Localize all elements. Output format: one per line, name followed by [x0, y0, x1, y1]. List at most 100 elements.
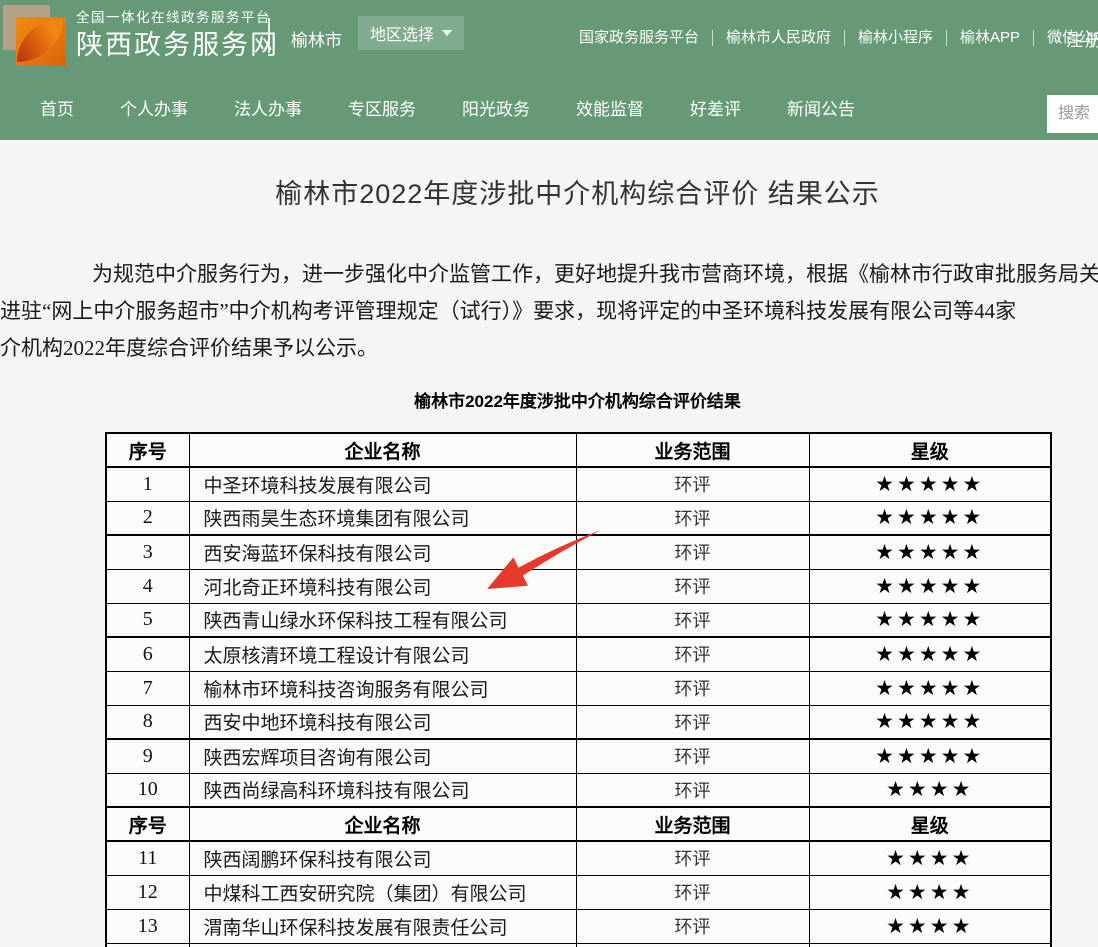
table-row: 12中煤科工西安研究院（集团）有限公司环评★★★★	[106, 875, 1051, 909]
top-link-0[interactable]: 国家政务服务平台	[566, 30, 713, 46]
cell-no: 11	[106, 841, 189, 875]
top-link-2[interactable]: 榆林小程序	[845, 30, 947, 46]
nav-item-5[interactable]: 效能监督	[576, 95, 644, 120]
evaluation-results-table: 序号企业名称业务范围星级1中圣环境科技发展有限公司环评★★★★★2陕西雨昊生态环…	[105, 432, 1052, 947]
logo-leaf-icon	[17, 19, 63, 62]
cell-scope: 环评	[576, 739, 809, 773]
cell-no: 5	[106, 603, 189, 637]
cell-scope: 环评	[576, 671, 809, 705]
cell-name: 陕西宏辉项目咨询有限公司	[189, 739, 576, 773]
cell-no: 3	[106, 535, 189, 569]
cell-name: 西安海蓝环保科技有限公司	[189, 535, 576, 569]
cell-scope: 环评	[576, 603, 809, 637]
cell-name: 榆林市环境科技咨询服务有限公司	[189, 671, 576, 705]
cell-no: 9	[106, 739, 189, 773]
table-row: 7榆林市环境科技咨询服务有限公司环评★★★★★	[106, 671, 1051, 705]
table-row: 5陕西青山绿水环保科技工程有限公司环评★★★★★	[106, 603, 1051, 637]
page-title: 榆林市2022年度涉批中介机构综合评价 结果公示	[105, 172, 1050, 211]
column-header-0: 序号	[106, 433, 189, 467]
platform-name: 全国一体化在线政务服务平台	[76, 11, 279, 25]
column-header-3: 星级	[809, 807, 1051, 841]
table-header-row: 序号企业名称业务范围星级	[106, 433, 1051, 467]
cell-scope: 环评	[576, 637, 809, 671]
cell-no: 7	[106, 671, 189, 705]
cell-scope: 环评	[576, 841, 809, 875]
cell-no: 12	[106, 875, 189, 909]
cell-no: 1	[106, 467, 189, 501]
cell-no: 8	[106, 705, 189, 739]
table-row: 11陕西阔鹏环保科技有限公司环评★★★★	[106, 841, 1051, 875]
column-header-1: 企业名称	[189, 433, 576, 467]
column-header-1: 企业名称	[189, 807, 576, 841]
nav-item-4[interactable]: 阳光政务	[462, 95, 530, 120]
top-external-links: 国家政务服务平台榆林市人民政府榆林小程序榆林APP微信公众号	[566, 0, 1098, 75]
table-row: 6太原核清环境工程设计有限公司环评★★★★★	[106, 637, 1051, 671]
cell-no: 6	[106, 637, 189, 671]
cell-stars: ★★★★	[809, 841, 1051, 875]
table-row: 13渭南华山环保科技发展有限责任公司环评★★★★	[106, 909, 1051, 943]
cell-scope: 环评	[576, 875, 809, 909]
nav-item-0[interactable]: 首页	[40, 95, 74, 120]
cell-name: 中煤科工西安研究院（集团）有限公司	[189, 875, 576, 909]
cell-scope: 环评	[576, 773, 809, 807]
cell-stars: ★★★★★	[809, 501, 1051, 535]
cell-no: 4	[106, 569, 189, 603]
region-select-button[interactable]: 地区选择	[358, 16, 464, 50]
cell-stars: ★★★★★	[809, 705, 1051, 739]
cell-stars: ★★★★★	[809, 569, 1051, 603]
paragraph-line: 介机构2022年度综合评价结果予以公示。	[0, 330, 1098, 367]
cell-scope: 环评	[576, 501, 809, 535]
announcement-paragraph: 为规范中介服务行为，进一步强化中介监管工作，更好地提升我市营商环境，根据《榆林市…	[0, 256, 1098, 367]
search-input[interactable]	[1047, 95, 1098, 133]
brand-divider	[268, 18, 270, 53]
cell-stars: ★★★★★	[809, 671, 1051, 705]
site-name: 陕西政务服务网	[76, 32, 279, 59]
nav-item-7[interactable]: 新闻公告	[787, 95, 855, 120]
cell-stars	[809, 943, 1051, 947]
cell-stars: ★★★★★	[809, 535, 1051, 569]
cell-name: 西安中地环境科技有限公司	[189, 705, 576, 739]
region-select-label: 地区选择	[370, 21, 434, 45]
top-link-3[interactable]: 榆林APP	[947, 30, 1034, 46]
cell-scope: 环评	[576, 909, 809, 943]
cell-stars: ★★★★	[809, 773, 1051, 807]
site-logo	[3, 4, 69, 68]
logo-orange-square	[16, 17, 66, 66]
top-link-1[interactable]: 榆林市人民政府	[713, 30, 845, 46]
nav-item-2[interactable]: 法人办事	[234, 95, 302, 120]
cell-stars: ★★★★★	[809, 603, 1051, 637]
cell-stars: ★★★★★	[809, 467, 1051, 501]
column-header-3: 星级	[809, 433, 1051, 467]
cell-stars: ★★★★★	[809, 739, 1051, 773]
chevron-down-icon	[442, 30, 452, 36]
cell-no: 2	[106, 501, 189, 535]
evaluation-table-body: 序号企业名称业务范围星级1中圣环境科技发展有限公司环评★★★★★2陕西雨昊生态环…	[106, 433, 1051, 947]
cell-name: 渭南华山环保科技发展有限责任公司	[189, 909, 576, 943]
column-header-2: 业务范围	[576, 433, 809, 467]
cell-stars: ★★★★★	[809, 637, 1051, 671]
nav-items: 首页 个人办事 法人办事 专区服务 阳光政务 效能监督 好差评 新闻公告	[40, 75, 855, 140]
table-header-row: 序号企业名称业务范围星级	[106, 807, 1051, 841]
cell-name: 河北奇正环境科技有限公司	[189, 569, 576, 603]
site-brand: 全国一体化在线政务服务平台 陕西政务服务网	[76, 11, 279, 59]
search-box	[1047, 95, 1098, 133]
cell-no: 13	[106, 909, 189, 943]
table-row	[106, 943, 1051, 947]
nav-item-1[interactable]: 个人办事	[120, 95, 188, 120]
cell-name: 陕西雨昊生态环境集团有限公司	[189, 501, 576, 535]
column-header-2: 业务范围	[576, 807, 809, 841]
table-row: 3西安海蓝环保科技有限公司环评★★★★★	[106, 535, 1051, 569]
table-row: 8西安中地环境科技有限公司环评★★★★★	[106, 705, 1051, 739]
nav-item-6[interactable]: 好差评	[690, 95, 741, 120]
table-caption: 榆林市2022年度涉批中介机构综合评价结果	[105, 387, 1050, 412]
cell-no: 10	[106, 773, 189, 807]
table-row: 4河北奇正环境科技有限公司环评★★★★★	[106, 569, 1051, 603]
register-link[interactable]: 注册	[1066, 26, 1098, 51]
cell-scope: 环评	[576, 569, 809, 603]
cell-stars: ★★★★	[809, 909, 1051, 943]
cell-scope	[576, 943, 809, 947]
cell-name	[189, 943, 576, 947]
table-row: 1中圣环境科技发展有限公司环评★★★★★	[106, 467, 1051, 501]
nav-item-3[interactable]: 专区服务	[348, 95, 416, 120]
cell-name: 陕西阔鹏环保科技有限公司	[189, 841, 576, 875]
